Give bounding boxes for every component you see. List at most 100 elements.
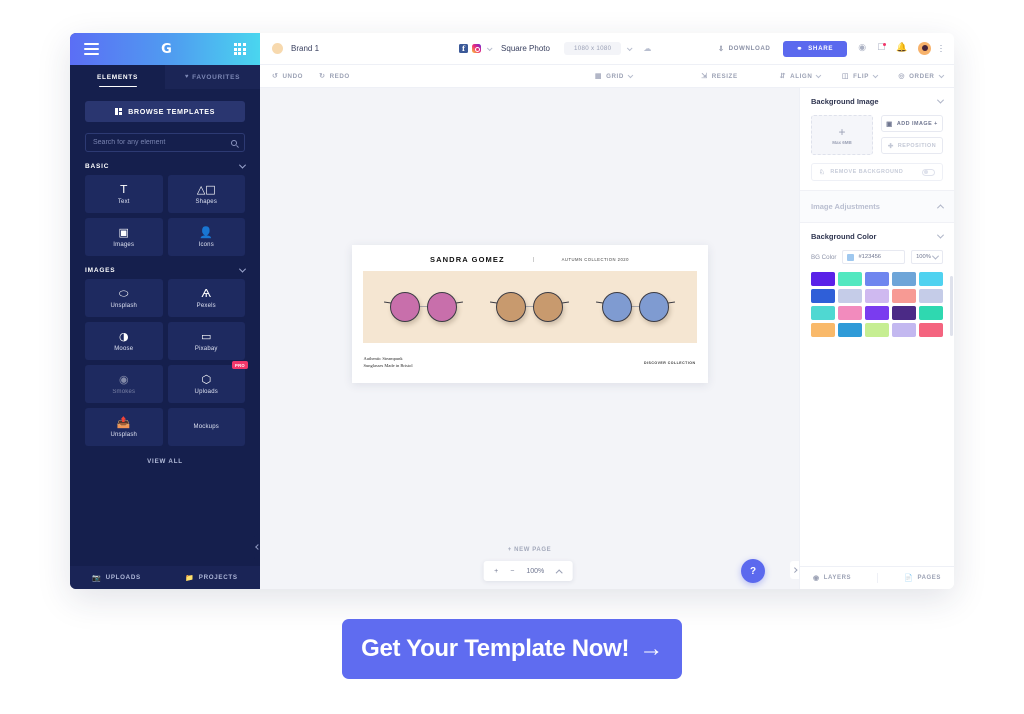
canvas-size-field[interactable]: 1080 x 1080 [563, 42, 622, 55]
layers-button[interactable]: ◉ LAYERS [813, 574, 851, 582]
hamburger-icon[interactable] [84, 43, 99, 55]
browse-templates-button[interactable]: BROWSE TEMPLATES [85, 101, 245, 122]
reposition-button[interactable]: ✚ REPOSITION [881, 137, 943, 154]
color-swatch-16[interactable] [838, 323, 862, 337]
zoom-level-label[interactable]: 100% [526, 568, 544, 575]
chevron-down-icon[interactable] [627, 44, 633, 51]
right-panel: Background Image + Max 6MB ▣ ADD IMAGE + [799, 88, 954, 589]
section-header-images[interactable]: IMAGES [85, 265, 247, 274]
color-swatch-7[interactable] [865, 289, 889, 303]
add-image-button[interactable]: ▣ ADD IMAGE + [881, 115, 943, 132]
tile-images[interactable]: ▣ Images [85, 218, 163, 256]
tile-icons[interactable]: 👤 Icons [167, 218, 245, 256]
color-swatch-1[interactable] [838, 272, 862, 286]
order-button[interactable]: ◎ ORDER [898, 72, 944, 80]
resize-button[interactable]: ⇲ RESIZE [701, 72, 737, 81]
tile-unsplash[interactable]: ⬭ Unsplash [85, 279, 163, 317]
canvas-area[interactable]: SANDRA GOMEZ AUTUMN COLLECTION 2020 Auth… [260, 88, 799, 589]
cloud-icon[interactable]: ☁ [643, 44, 651, 53]
pages-button[interactable]: 📄 PAGES [904, 574, 941, 582]
search-input[interactable] [93, 139, 231, 146]
color-swatch-18[interactable] [892, 323, 916, 337]
help-button[interactable]: ? [741, 559, 765, 583]
tile-pexels[interactable]: Ѧ Pexels [167, 279, 245, 317]
image-icon: ▣ [118, 225, 129, 239]
color-swatch-11[interactable] [838, 306, 862, 320]
tile-uploads[interactable]: PRO ⬡ Uploads [167, 361, 248, 403]
color-swatch-13[interactable] [892, 306, 916, 320]
chevron-up-icon[interactable] [936, 204, 945, 212]
instagram-icon[interactable] [472, 44, 482, 53]
background-image-header[interactable]: Background Image [811, 96, 945, 106]
background-color-header[interactable]: Background Color [811, 231, 945, 241]
color-swatch-10[interactable] [811, 306, 835, 320]
section-header-basic[interactable]: BASIC [85, 161, 247, 170]
color-swatch-9[interactable] [919, 289, 943, 303]
user-avatar[interactable] [918, 42, 932, 55]
facebook-icon[interactable]: f [459, 44, 469, 53]
new-page-label: NEW PAGE [514, 547, 552, 553]
color-swatch-5[interactable] [811, 289, 835, 303]
remove-background-toggle[interactable] [922, 168, 935, 176]
tile-smokes[interactable]: ◉ Smokes [85, 365, 163, 403]
chevron-down-icon[interactable] [936, 231, 945, 239]
sidebar-item-projects[interactable]: 📁 PROJECTS [185, 574, 237, 582]
tile-pixabay[interactable]: ▭ Pixabay [167, 322, 245, 360]
chevron-down-icon[interactable] [486, 44, 493, 51]
flip-button[interactable]: ◫ FLIP [842, 72, 878, 80]
color-swatch-0[interactable] [811, 272, 835, 286]
right-panel-scrollbar[interactable] [950, 276, 953, 336]
opacity-field[interactable]: 100% [911, 250, 943, 264]
eye-icon[interactable]: ◉ [858, 44, 866, 53]
align-button[interactable]: ⇵ ALIGN [780, 72, 822, 80]
image-adjustments-section[interactable]: Image Adjustments [800, 191, 954, 223]
tab-elements[interactable]: ELEMENTS [70, 65, 165, 89]
search-icon[interactable] [231, 139, 237, 146]
tile-shapes[interactable]: △□ Shapes [167, 175, 245, 213]
search-element-box[interactable] [85, 133, 245, 152]
present-icon[interactable]: ☐ [877, 43, 887, 53]
zoom-in-button[interactable]: + [494, 568, 498, 575]
color-swatch-4[interactable] [919, 272, 943, 286]
download-button[interactable]: ⇩ DOWNLOAD [718, 45, 770, 53]
right-panel-collapse-handle[interactable] [790, 561, 799, 579]
color-swatch-2[interactable] [865, 272, 889, 286]
canvas-type-label[interactable]: Square Photo [501, 44, 550, 53]
new-page-button[interactable]: + NEW PAGE [508, 547, 551, 553]
color-swatch-15[interactable] [811, 323, 835, 337]
app-logo-icon[interactable]: G [161, 43, 172, 56]
chevron-down-icon[interactable] [238, 161, 247, 169]
grid-apps-icon[interactable] [233, 43, 246, 55]
tile-mockups[interactable]: Mockups [167, 408, 245, 446]
tile-unsplash-2[interactable]: 📤 Unsplash [85, 408, 163, 446]
color-swatch-17[interactable] [865, 323, 889, 337]
background-image-dropzone[interactable]: + Max 6MB [811, 115, 873, 155]
color-swatch-3[interactable] [892, 272, 916, 286]
more-options-icon[interactable] [940, 44, 942, 53]
tile-text[interactable]: T Text [85, 175, 163, 213]
grid-button[interactable]: ▦ GRID [595, 72, 633, 80]
color-swatch-14[interactable] [919, 306, 943, 320]
remove-background-row[interactable]: ♘ REMOVE BACKGROUND [811, 163, 943, 181]
chevron-down-icon[interactable] [936, 96, 945, 104]
hex-color-field[interactable]: #123456 [842, 250, 905, 264]
cta-button[interactable]: Get Your Template Now! → [342, 619, 682, 679]
tile-pexels-label: Pexels [196, 302, 216, 309]
color-swatch-8[interactable] [892, 289, 916, 303]
sidebar-item-uploads[interactable]: 📷 UPLOADS [92, 574, 141, 582]
redo-button[interactable]: ↻ REDO [319, 72, 350, 81]
color-swatch-19[interactable] [919, 323, 943, 337]
color-swatch-6[interactable] [838, 289, 862, 303]
zoom-out-button[interactable]: − [510, 568, 514, 575]
chevron-up-icon[interactable] [555, 568, 563, 576]
share-button[interactable]: ⚭ SHARE [782, 40, 848, 57]
view-all-button[interactable]: VIEW ALL [70, 458, 260, 465]
color-swatch-12[interactable] [865, 306, 889, 320]
chevron-down-icon[interactable] [238, 265, 247, 273]
undo-button[interactable]: ↺ UNDO [272, 72, 303, 81]
design-canvas[interactable]: SANDRA GOMEZ AUTUMN COLLECTION 2020 Auth… [351, 244, 708, 383]
bell-icon[interactable]: 🔔 [896, 44, 907, 53]
tile-moose[interactable]: ◑ Moose [85, 322, 163, 360]
brand-name-label[interactable]: Brand 1 [291, 44, 319, 53]
tab-favourites[interactable]: ♥ FAVOURITES [165, 65, 260, 89]
